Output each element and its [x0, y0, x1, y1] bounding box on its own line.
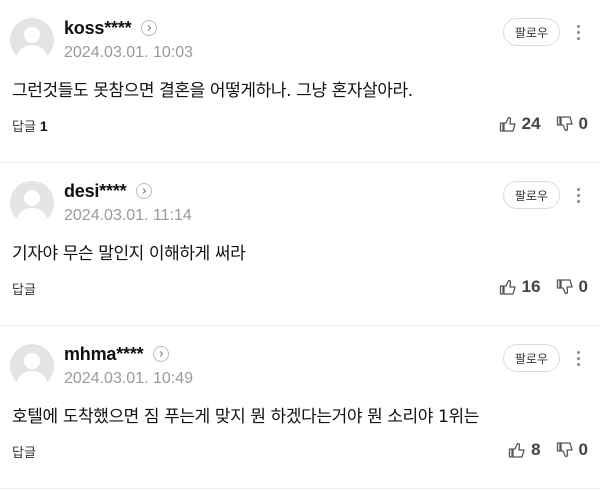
avatar[interactable]: [10, 344, 54, 388]
nickname[interactable]: mhma****: [64, 344, 144, 365]
reply-button[interactable]: 답글: [12, 442, 40, 461]
reply-label: 답글: [12, 283, 36, 298]
reply-label: 답글: [12, 120, 36, 135]
reply-button[interactable]: 답글: [12, 279, 40, 298]
follow-button[interactable]: 팔로우: [502, 344, 560, 372]
nickname[interactable]: koss****: [64, 18, 132, 39]
nickname[interactable]: desi****: [64, 181, 127, 202]
like-button[interactable]: 24: [498, 114, 541, 134]
dislike-count: 0: [578, 114, 588, 133]
chevron-right-icon[interactable]: [153, 346, 170, 362]
user-silhouette-icon: [16, 27, 48, 62]
like-button[interactable]: 8: [507, 440, 541, 460]
reply-button[interactable]: 답글 1: [12, 116, 48, 136]
comment-date: 2024.03.01. 11:14: [64, 207, 192, 224]
more-options-icon[interactable]: [570, 183, 586, 207]
vote-group: 24 0: [498, 114, 588, 134]
thumbs-down-icon: [556, 116, 573, 132]
follow-button[interactable]: 팔로우: [502, 18, 560, 46]
nickname-row: mhma****: [64, 342, 170, 366]
chevron-right-icon[interactable]: [141, 20, 158, 36]
vote-group: 8 0: [507, 440, 588, 460]
dislike-button[interactable]: 0: [555, 440, 588, 460]
reply-count: 1: [39, 117, 48, 134]
comment-text: 그런것들도 못참으면 결혼을 어떻게하나. 그냥 혼자살아라.: [12, 81, 413, 101]
user-silhouette-icon: [16, 190, 48, 225]
like-count: 8: [531, 440, 541, 459]
comment-item: desi**** 2024.03.01. 11:14 팔로우 기자야 무슨 말인…: [0, 163, 600, 326]
comment-item: mhma**** 2024.03.01. 10:49 팔로우 호텔에 도착했으면…: [0, 326, 600, 489]
thumbs-up-icon: [499, 116, 516, 132]
comment-date: 2024.03.01. 10:03: [64, 44, 194, 61]
thumbs-up-icon: [499, 279, 516, 295]
user-silhouette-icon: [16, 353, 48, 388]
like-button[interactable]: 16: [498, 277, 541, 297]
vote-group: 16 0: [498, 277, 588, 297]
follow-button[interactable]: 팔로우: [502, 181, 560, 209]
avatar[interactable]: [10, 18, 54, 62]
nickname-row: desi****: [64, 179, 153, 203]
nickname-row: koss****: [64, 16, 158, 40]
more-options-icon[interactable]: [570, 20, 586, 44]
dislike-button[interactable]: 0: [555, 277, 588, 297]
chevron-right-icon[interactable]: [136, 183, 153, 199]
like-count: 24: [521, 114, 541, 133]
thumbs-down-icon: [556, 279, 573, 295]
thumbs-up-icon: [508, 442, 525, 458]
dislike-button[interactable]: 0: [555, 114, 588, 134]
comment-text: 호텔에 도착했으면 짐 푸는게 맞지 뭔 하겠다는거야 뭔 소리야 1위는: [12, 407, 479, 427]
comment-item: koss**** 2024.03.01. 10:03 팔로우 그런것들도 못참으…: [0, 0, 600, 163]
more-options-icon[interactable]: [570, 346, 586, 370]
dislike-count: 0: [578, 277, 588, 296]
dislike-count: 0: [578, 440, 588, 459]
comment-date: 2024.03.01. 10:49: [64, 370, 194, 387]
comment-text: 기자야 무슨 말인지 이해하게 써라: [12, 244, 246, 264]
avatar[interactable]: [10, 181, 54, 225]
like-count: 16: [521, 277, 541, 296]
thumbs-down-icon: [556, 442, 573, 458]
reply-label: 답글: [12, 446, 36, 461]
